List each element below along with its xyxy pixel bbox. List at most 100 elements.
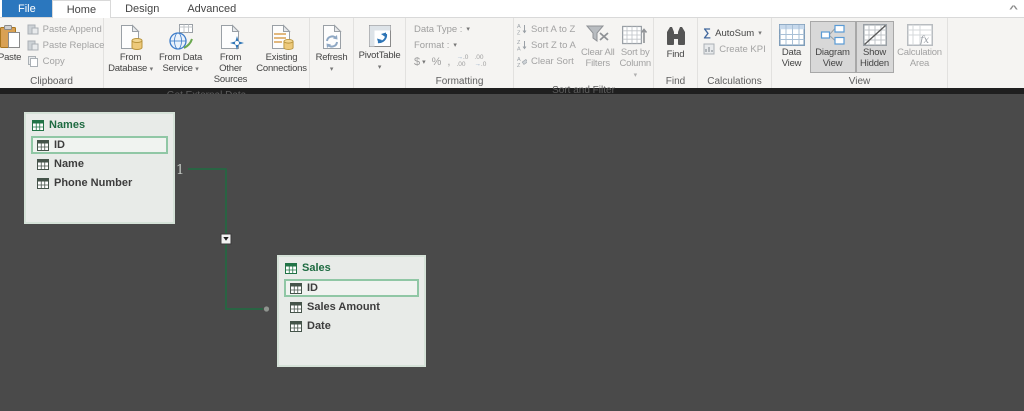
field-names-name[interactable]: Name [31, 155, 168, 173]
table-names-header[interactable]: Names [26, 114, 173, 135]
svg-text:A: A [517, 47, 521, 52]
from-data-service-button[interactable]: From Data Service ▾ [156, 21, 206, 78]
field-icon [37, 140, 49, 151]
dropdown-icon: ▾ [633, 71, 638, 79]
diagram-canvas: 1 Names ID Name Phone Number Sales ID Sa… [0, 94, 1024, 411]
field-sales-date[interactable]: Date [284, 317, 419, 335]
relationship-many-marker [263, 306, 270, 312]
table-icon [32, 120, 44, 131]
dropdown-icon: ▾ [422, 58, 426, 66]
clear-sort-button[interactable]: AZ Clear Sort [514, 53, 578, 69]
from-database-icon [118, 24, 144, 51]
paste-append-icon [27, 23, 39, 35]
thousands-separator-button[interactable]: , [447, 56, 450, 68]
group-clipboard: Paste Paste Append Paste Replace Copy Cl… [0, 18, 104, 88]
dropdown-icon: ▾ [329, 65, 334, 73]
dropdown-icon: ▾ [195, 65, 199, 73]
refresh-button[interactable]: Refresh ▾ [311, 21, 353, 78]
currency-format-button[interactable]: $ ▾ [414, 56, 426, 68]
group-label-find: Find [665, 76, 686, 87]
ribbon-tab-bar: File Home Design Advanced ^ [0, 0, 1024, 18]
calculation-area-button[interactable]: fx Calculation Area [894, 21, 946, 73]
from-other-sources-button[interactable]: From Other Sources [206, 21, 256, 89]
field-icon [37, 159, 49, 170]
group-label-clipboard: Clipboard [30, 76, 73, 87]
tab-file[interactable]: File [2, 0, 52, 17]
find-icon [664, 24, 688, 48]
clear-sort-icon: AZ [517, 55, 527, 67]
increase-decimal-button[interactable]: →.0 .00 [456, 54, 468, 68]
svg-text:Z: Z [517, 63, 521, 67]
dropdown-icon: ▾ [453, 42, 457, 49]
diagram-view-icon [820, 24, 846, 46]
diagram-table-sales[interactable]: Sales ID Sales Amount Date [277, 255, 426, 367]
field-icon [290, 321, 302, 332]
sort-az-icon: AZ [517, 23, 527, 35]
field-icon [37, 178, 49, 189]
ribbon: Paste Paste Append Paste Replace Copy Cl… [0, 18, 1024, 101]
group-calculations: ∑ AutoSum ▾ Create KPI Calculations [698, 18, 772, 88]
paste-button[interactable]: Paste [0, 21, 24, 67]
sort-by-column-button[interactable]: Sort by Column ▾ [617, 21, 653, 84]
percent-format-button[interactable]: % [432, 56, 442, 68]
sort-z-to-a-button[interactable]: ZA Sort Z to A [514, 37, 578, 53]
clear-filters-icon [585, 24, 610, 46]
group-find: Find Find [654, 18, 698, 88]
sort-a-to-z-button[interactable]: AZ Sort A to Z [514, 21, 578, 37]
autosum-icon: ∑ [703, 27, 712, 39]
table-sales-header[interactable]: Sales [279, 257, 424, 278]
field-sales-id[interactable]: ID [284, 279, 419, 297]
find-button[interactable]: Find [656, 21, 696, 64]
group-label-calculations: Calculations [707, 76, 762, 87]
paste-replace-icon [27, 39, 39, 51]
sort-by-column-icon [622, 24, 648, 46]
from-database-button[interactable]: From Database ▾ [106, 21, 156, 78]
powerpivot-window: File Home Design Advanced ^ Paste Paste … [0, 0, 1024, 411]
from-data-service-icon [168, 24, 194, 51]
field-icon [290, 302, 302, 313]
dropdown-icon: ▾ [758, 30, 762, 37]
diagram-view-button[interactable]: Diagram View [809, 21, 856, 73]
decrease-decimal-button[interactable]: .00 →.0 [474, 54, 486, 68]
sort-za-icon: ZA [517, 39, 527, 51]
field-names-id[interactable]: ID [31, 136, 168, 154]
relationship-one-label: 1 [176, 163, 184, 178]
field-names-phone-number[interactable]: Phone Number [31, 174, 168, 192]
dropdown-icon: ▾ [149, 65, 154, 73]
collapse-ribbon-button[interactable]: ^ [1009, 0, 1018, 17]
dropdown-icon: ▾ [466, 26, 470, 33]
copy-button[interactable]: Copy [24, 53, 108, 69]
create-kpi-button[interactable]: Create KPI [700, 41, 768, 57]
pivottable-icon [368, 24, 392, 49]
group-get-external-data: From Database ▾ From Data Service ▾ From… [104, 18, 310, 101]
field-sales-sales-amount[interactable]: Sales Amount [284, 298, 419, 316]
relationship-handle[interactable] [220, 233, 232, 245]
show-hidden-button[interactable]: Show Hidden [855, 21, 894, 73]
refresh-icon [320, 24, 344, 51]
existing-connections-button[interactable]: Existing Connections [256, 21, 308, 78]
autosum-button[interactable]: ∑ AutoSum ▾ [700, 25, 768, 41]
diagram-table-names[interactable]: Names ID Name Phone Number [24, 112, 175, 224]
data-type-dropdown[interactable]: Data Type : ▾ [414, 21, 513, 37]
svg-text:Z: Z [517, 31, 521, 36]
group-label-pivottable [354, 76, 405, 88]
group-formatting: Data Type : ▾ Format : ▾ $ ▾ % , →.0 .00… [406, 18, 514, 88]
calculation-area-icon: fx [906, 24, 933, 46]
format-dropdown[interactable]: Format : ▾ [414, 37, 513, 53]
table-icon [285, 263, 297, 274]
svg-text:Z: Z [517, 40, 521, 46]
show-hidden-icon [862, 24, 887, 46]
tab-home[interactable]: Home [51, 0, 112, 18]
data-view-icon [778, 24, 805, 46]
tab-advanced[interactable]: Advanced [173, 0, 250, 17]
tab-design[interactable]: Design [111, 0, 173, 17]
field-icon [290, 283, 302, 294]
data-view-button[interactable]: Data View [774, 21, 810, 73]
existing-connections-icon [269, 24, 295, 51]
pivottable-button[interactable]: PivotTable ▾ [355, 21, 405, 76]
paste-append-button[interactable]: Paste Append [24, 21, 108, 37]
create-kpi-icon [703, 43, 715, 55]
clear-all-filters-button[interactable]: Clear All Filters [578, 21, 617, 73]
from-other-sources-icon [218, 24, 244, 51]
paste-replace-button[interactable]: Paste Replace [24, 37, 108, 53]
